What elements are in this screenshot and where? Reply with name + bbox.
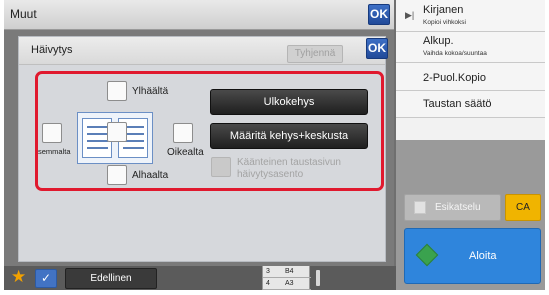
clear-button[interactable]: Tyhjennä [287,45,343,63]
other-settings-panel: Muut OK Häivytys Tyhjennä OK Ylhäältä se… [4,0,394,290]
menu-item-booklet-sub: Kopioi vihkoksi [423,19,466,26]
start-button[interactable]: Aloita [404,228,541,284]
tray-scroll-handle[interactable] [316,270,320,286]
tray-number: 4 [266,280,270,287]
bottom-bar: ★ ✓ Edellinen 3 B4 4 A3 [4,266,396,290]
right-edge-label: Oikealta [167,147,204,158]
preview-icon [414,201,426,214]
copier-screen: Muut OK Häivytys Tyhjennä OK Ylhäältä se… [4,0,545,290]
bottom-edge-label: Alhaalta [132,170,169,181]
other-settings-header: Muut OK [4,0,394,30]
start-icon [415,243,439,267]
previous-button[interactable]: Edellinen [65,268,157,289]
tray-size: A3 [285,280,294,287]
frame-center-erase-button[interactable]: Määritä kehys+keskusta [210,123,368,149]
tray-row: 3 B4 [263,266,311,278]
tray-number: 3 [266,268,270,275]
erase-dialog: Häivytys Tyhjennä OK Ylhäältä semmalta O… [18,36,388,262]
clear-all-button[interactable]: CA [505,194,541,221]
left-edge-checkbox[interactable] [42,123,62,143]
action-area: Esikatselu CA Aloita [396,140,545,290]
menu-item-duplex-label: 2-Puol.Kopio [423,72,486,84]
menu-item-original-label: Alkup. [423,35,454,47]
frame-erase-button[interactable]: Ulkokehys [210,89,368,115]
start-label: Aloita [469,250,497,262]
erase-dialog-header: Häivytys Tyhjennä OK [19,37,388,65]
right-edge-checkbox[interactable] [173,123,193,143]
bottom-edge-checkbox[interactable] [107,165,127,185]
menu-item-duplex[interactable]: 2-Puol.Kopio [396,63,545,91]
menu-item-booklet-label: Kirjanen [423,4,464,16]
top-edge-label: Ylhäältä [132,86,169,97]
paper-tray-indicator: 3 B4 4 A3 [262,266,311,290]
menu-item-background[interactable]: Taustan säätö [396,91,545,118]
menu-item-booklet[interactable]: ▶​| Kirjanen Kopioi vihkoksi [396,0,545,32]
preview-label: Esikatselu [435,202,481,213]
reverse-erase-label: Käänteinen taustasivun häivytysasento [237,157,341,180]
check-button[interactable]: ✓ [35,269,57,288]
play-icon: ▶​| [405,10,415,20]
tray-row: 4 A3 [263,278,311,290]
erase-dialog-title: Häivytys [31,44,73,56]
dialog-ok-button[interactable]: OK [366,38,388,59]
top-edge-checkbox[interactable] [107,81,127,101]
left-edge-label: semmalta [38,147,71,156]
outer-ok-button[interactable]: OK [368,4,390,25]
center-checkbox[interactable] [107,122,127,142]
reverse-erase-checkbox[interactable] [211,157,231,177]
preview-button[interactable]: Esikatselu [404,194,501,221]
right-function-menu: ▶​| Kirjanen Kopioi vihkoksi Alkup. Vaih… [396,0,545,290]
star-icon[interactable]: ★ [11,267,26,287]
tray-size: B4 [285,268,294,275]
menu-item-original[interactable]: Alkup. Vaihda kokoa/suuntaa [396,32,545,63]
menu-item-background-label: Taustan säätö [423,98,492,110]
menu-item-original-sub: Vaihda kokoa/suuntaa [423,50,487,57]
other-settings-title: Muut [10,7,37,21]
